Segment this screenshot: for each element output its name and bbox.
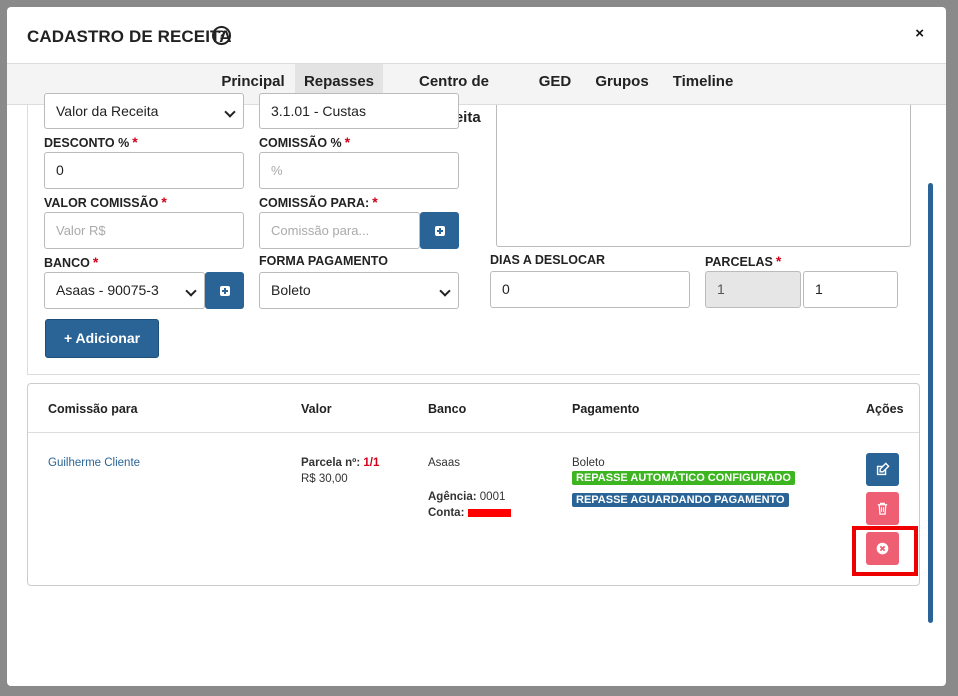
observacao-textarea[interactable] <box>496 105 911 247</box>
trash-icon <box>877 502 888 515</box>
comissao-pct-label-text: COMISSÃO % <box>259 136 342 150</box>
banco-label-text: BANCO <box>44 256 90 270</box>
column-header-pagamento: Pagamento <box>572 402 640 416</box>
banco-label: BANCO * <box>44 254 98 270</box>
edit-icon <box>876 462 890 476</box>
row-pagamento: Boleto <box>572 457 605 469</box>
help-icon[interactable]: ? <box>212 26 231 45</box>
tab-timeline[interactable]: Timeline <box>668 64 738 104</box>
valor-comissao-input[interactable]: Valor R$ <box>44 212 244 249</box>
column-header-comissao-para: Comissão para <box>48 402 138 416</box>
scrollbar[interactable] <box>928 183 933 623</box>
required-mark: * <box>775 253 782 269</box>
status-badge-automatico: REPASSE AUTOMÁTICO CONFIGURADO <box>572 471 795 485</box>
forma-pagamento-select[interactable]: Boleto <box>259 272 459 309</box>
plus-square-icon <box>220 286 230 296</box>
parcelas-label: PARCELAS * <box>705 253 781 269</box>
forma-pagamento-value: Boleto <box>271 282 311 298</box>
parcelas-disabled-input: 1 <box>705 271 801 308</box>
desconto-label: DESCONTO % * <box>44 134 138 150</box>
row-banco: Asaas <box>428 457 460 469</box>
plus-square-icon <box>435 226 445 236</box>
comissao-para-label-text: COMISSÃO PARA: <box>259 196 370 210</box>
add-banco-button[interactable] <box>205 272 244 309</box>
required-mark: * <box>92 254 99 270</box>
conta-label: Conta: <box>428 507 465 519</box>
forma-pagamento-label: FORMA PAGAMENTO <box>259 254 388 268</box>
table-header-divider <box>28 432 919 433</box>
required-mark: * <box>132 134 138 150</box>
add-comissao-para-button[interactable] <box>420 212 459 249</box>
status-badge-aguardando: REPASSE AGUARDANDO PAGAMENTO <box>572 493 789 507</box>
comissao-pct-input[interactable]: % <box>259 152 459 189</box>
row-conta: Conta: <box>428 507 512 519</box>
valor-comissao-label-text: VALOR COMISSÃO <box>44 196 159 210</box>
parcelas-input[interactable]: 1 <box>803 271 898 308</box>
valor-comissao-label: VALOR COMISSÃO * <box>44 194 167 210</box>
row-comissao-para-link[interactable]: Guilherme Cliente <box>48 457 140 469</box>
modal-dialog: CADASTRO DE RECEITA ? × Principal Repass… <box>7 7 946 686</box>
highlight-box <box>852 526 918 576</box>
required-mark: * <box>372 194 378 210</box>
parcela-label: Parcela nº: <box>301 457 361 469</box>
parcelas-label-text: PARCELAS <box>705 255 773 269</box>
repasse-form: Valor da Receita 3.1.01 - Custas DESCONT… <box>27 93 920 375</box>
column-header-acoes: Ações <box>866 402 904 416</box>
required-mark: * <box>161 194 167 210</box>
redacted-conta <box>468 508 512 517</box>
desconto-input[interactable]: 0 <box>44 152 244 189</box>
desconto-label-text: DESCONTO % <box>44 136 130 150</box>
modal-title: CADASTRO DE RECEITA <box>27 27 232 46</box>
banco-value: Asaas - 90075-3 <box>56 282 159 298</box>
comissao-para-input[interactable]: Comissão para... <box>259 212 420 249</box>
column-header-valor: Valor <box>301 402 332 416</box>
tab-grupos[interactable]: Grupos <box>592 64 652 104</box>
agencia-label: Agência: <box>428 491 477 503</box>
comissao-pct-label: COMISSÃO % * <box>259 134 350 150</box>
tab-ged[interactable]: GED <box>534 64 576 104</box>
column-header-banco: Banco <box>428 402 467 416</box>
close-icon[interactable]: × <box>915 25 924 42</box>
row-agencia: Agência: 0001 <box>428 491 505 503</box>
agencia-value: 0001 <box>479 491 506 503</box>
modal-header: CADASTRO DE RECEITA ? × <box>7 7 946 63</box>
base-calculo-select[interactable]: Valor da Receita <box>44 93 244 129</box>
row-parcela: Parcela nº: 1/1 <box>301 457 379 469</box>
row-valor: R$ 30,00 <box>301 473 348 485</box>
adicionar-button[interactable]: + Adicionar <box>45 319 159 358</box>
base-calculo-value: Valor da Receita <box>56 103 159 119</box>
centro-receita-field[interactable]: 3.1.01 - Custas <box>259 93 459 129</box>
repasses-table: Comissão para Valor Banco Pagamento Açõe… <box>27 383 920 586</box>
delete-button[interactable] <box>866 492 899 525</box>
parcela-value: 1/1 <box>363 457 380 469</box>
dias-deslocar-label: DIAS A DESLOCAR <box>490 253 606 267</box>
dias-deslocar-input[interactable]: 0 <box>490 271 690 308</box>
required-mark: * <box>344 134 351 150</box>
comissao-para-label: COMISSÃO PARA: * <box>259 194 378 210</box>
banco-select[interactable]: Asaas - 90075-3 <box>44 272 205 309</box>
edit-button[interactable] <box>866 453 899 486</box>
